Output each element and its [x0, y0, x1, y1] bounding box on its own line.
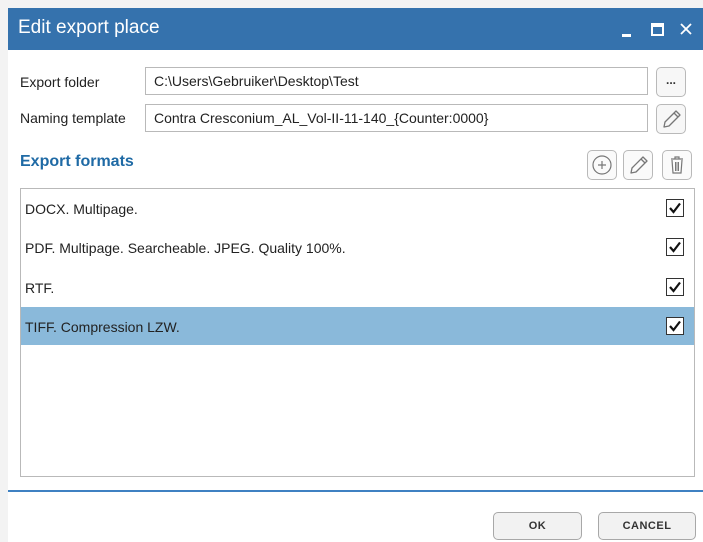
delete-format-button[interactable]: [662, 150, 692, 180]
browse-folder-button[interactable]: ...: [656, 67, 686, 97]
export-folder-input[interactable]: C:\Users\Gebruiker\Desktop\Test: [145, 67, 648, 95]
format-label: TIFF. Compression LZW.: [25, 319, 180, 335]
export-folder-label: Export folder: [20, 74, 100, 90]
format-checkbox[interactable]: [666, 317, 684, 335]
maximize-icon[interactable]: [646, 15, 670, 43]
format-label: DOCX. Multipage.: [25, 201, 138, 217]
edit-template-button[interactable]: [656, 104, 686, 134]
format-row-pdf[interactable]: PDF. Multipage. Searcheable. JPEG. Quali…: [21, 228, 694, 266]
add-format-button[interactable]: [587, 150, 617, 180]
format-row-docx[interactable]: DOCX. Multipage.: [21, 189, 694, 227]
dialog-footer: OK CANCEL: [8, 492, 703, 542]
naming-template-label: Naming template: [20, 110, 126, 126]
export-formats-list: DOCX. Multipage. PDF. Multipage. Searche…: [20, 188, 695, 477]
format-checkbox[interactable]: [666, 199, 684, 217]
format-checkbox[interactable]: [666, 278, 684, 296]
dialog-body: Export folder C:\Users\Gebruiker\Desktop…: [8, 50, 703, 490]
browse-button-label: ...: [665, 73, 676, 87]
ok-button[interactable]: OK: [493, 512, 582, 540]
format-row-rtf[interactable]: RTF.: [21, 268, 694, 306]
format-label: PDF. Multipage. Searcheable. JPEG. Quali…: [25, 240, 346, 256]
format-label: RTF.: [25, 280, 55, 296]
close-icon[interactable]: [674, 15, 698, 43]
format-row-tiff[interactable]: TIFF. Compression LZW.: [21, 307, 694, 345]
naming-template-input[interactable]: Contra Cresconium_AL_Vol-II-11-140_{Coun…: [145, 104, 648, 132]
edit-format-button[interactable]: [623, 150, 653, 180]
minimize-icon[interactable]: [615, 15, 639, 43]
cancel-button[interactable]: CANCEL: [598, 512, 696, 540]
window-title: Edit export place: [18, 17, 160, 38]
export-formats-title: Export formats: [20, 153, 134, 170]
format-checkbox[interactable]: [666, 238, 684, 256]
top-strip: [0, 0, 703, 8]
title-bar: Edit export place: [8, 8, 703, 50]
